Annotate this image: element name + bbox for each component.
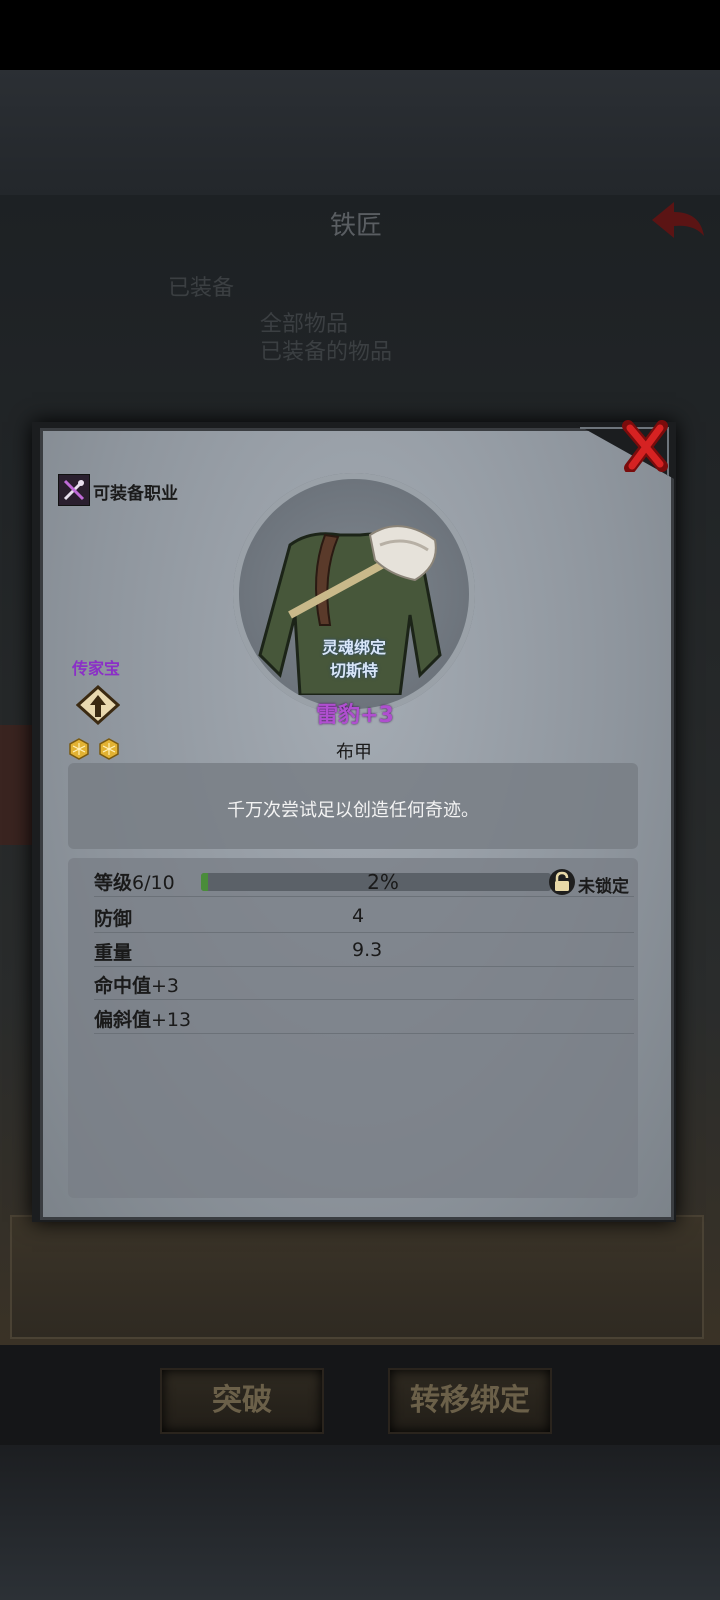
- bottom-background: [0, 1445, 720, 1600]
- background-title: 铁匠: [330, 211, 383, 241]
- breakthrough-button[interactable]: 突破: [160, 1368, 324, 1434]
- stat-row-accuracy: 命中值+3: [94, 969, 634, 1000]
- item-description: 千万次尝试足以创造任何奇迹。: [227, 800, 479, 821]
- stat-value: 4: [352, 905, 365, 927]
- back-arrow-icon[interactable]: [648, 198, 708, 242]
- background-tab-equipped-items: 已装备的物品: [260, 340, 393, 365]
- stat-label: 偏斜值+13: [94, 1005, 191, 1032]
- close-icon[interactable]: [622, 420, 670, 474]
- bound-hero-name: 切斯特: [329, 661, 378, 680]
- item-name: 雷豹+3: [316, 703, 394, 728]
- level-value: 6/10: [132, 872, 175, 894]
- stat-label: 重量: [94, 942, 133, 964]
- lock-icon[interactable]: [548, 868, 576, 896]
- stat-row-deflection: 偏斜值+13: [94, 1003, 634, 1034]
- rarity-label: 传家宝: [72, 659, 121, 678]
- soulbound-text: 灵魂绑定 切斯特: [300, 636, 408, 682]
- item-type: 布甲: [336, 742, 372, 763]
- stat-label: 命中值+3: [94, 971, 179, 998]
- equippable-classes-label[interactable]: 可装备职业: [93, 479, 178, 504]
- stat-row-defense: 防御 4: [94, 902, 634, 933]
- stat-modifier: +3: [151, 975, 180, 997]
- stat-row-weight: 重量 9.3: [94, 936, 634, 967]
- stat-label-text: 命中值: [94, 975, 152, 997]
- header-band: [0, 70, 720, 195]
- stat-label: 防御: [94, 908, 133, 930]
- gem-slot-icon[interactable]: [98, 738, 120, 760]
- status-bar: [0, 0, 720, 70]
- transfer-binding-button[interactable]: 转移绑定: [388, 1368, 552, 1434]
- soulbound-label: 灵魂绑定: [321, 638, 386, 657]
- background-lower-panel: [10, 1215, 704, 1339]
- level-label-text: 等级: [94, 872, 133, 894]
- level-progress-text: 2%: [367, 870, 399, 894]
- heirloom-upgrade-icon[interactable]: [75, 684, 121, 726]
- stat-value: 9.3: [352, 939, 383, 961]
- lock-status[interactable]: 未锁定: [578, 872, 629, 897]
- level-label: 等级6/10: [94, 868, 175, 895]
- stat-label-text: 偏斜值: [94, 1009, 152, 1031]
- background-tab-equipped: 已装备: [168, 276, 235, 301]
- class-icon[interactable]: [58, 474, 90, 506]
- gem-slot-icon[interactable]: [68, 738, 90, 760]
- level-progress-fill: [201, 873, 208, 891]
- stat-modifier: +13: [151, 1009, 192, 1031]
